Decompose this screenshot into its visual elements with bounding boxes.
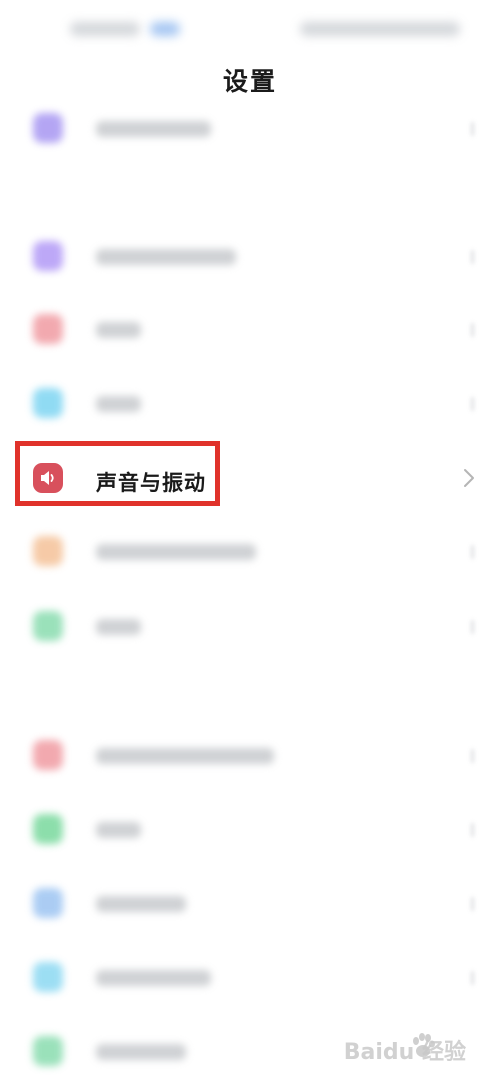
- chevron-right-icon: [471, 397, 474, 411]
- settings-row-label-blur: [96, 322, 141, 338]
- settings-row[interactable]: [0, 792, 500, 866]
- settings-row-label-blur: [96, 822, 141, 838]
- settings-row-label-blur: [96, 896, 186, 912]
- chevron-right-icon: [471, 545, 474, 559]
- settings-row[interactable]: [0, 292, 500, 366]
- chevron-right-icon: [471, 897, 474, 911]
- watermark: Baidu 经验: [343, 1040, 466, 1065]
- settings-row-icon: [33, 536, 63, 566]
- chevron-right-icon: [471, 250, 474, 264]
- settings-row[interactable]: [0, 91, 500, 165]
- chevron-right-icon: [471, 122, 474, 136]
- settings-row[interactable]: [0, 366, 500, 440]
- chevron-right-icon: [471, 971, 474, 985]
- status-indicators-blur: [300, 22, 460, 36]
- settings-row-icon: [33, 611, 63, 641]
- settings-row[interactable]: [0, 940, 500, 1014]
- settings-row-icon: [33, 314, 63, 344]
- settings-row-icon: [33, 740, 63, 770]
- settings-row-label-blur: [96, 396, 141, 412]
- settings-row-label-blur: [96, 121, 211, 137]
- status-bar: [0, 0, 500, 56]
- settings-row-icon: [33, 241, 63, 271]
- settings-row-label-blur: [96, 544, 256, 560]
- settings-row[interactable]: [0, 219, 500, 293]
- settings-row-label-blur: [96, 1044, 186, 1060]
- settings-row-icon: [33, 814, 63, 844]
- settings-row-label-blur: [96, 970, 211, 986]
- chevron-right-icon: [464, 469, 474, 487]
- chevron-right-icon: [471, 620, 474, 634]
- settings-row-icon: [33, 388, 63, 418]
- settings-row-icon: [33, 888, 63, 918]
- settings-row[interactable]: [0, 866, 500, 940]
- status-signal-blur: [150, 22, 180, 36]
- chevron-right-icon: [471, 749, 474, 763]
- chevron-right-icon: [471, 823, 474, 837]
- settings-row[interactable]: [0, 514, 500, 588]
- settings-row[interactable]: [0, 718, 500, 792]
- settings-row-label-blur: [96, 249, 236, 265]
- status-time-blur: [70, 22, 140, 36]
- settings-row-label-blur: [96, 748, 274, 764]
- settings-row[interactable]: [0, 589, 500, 663]
- settings-row-icon: [33, 1036, 63, 1066]
- highlight-box: [15, 441, 220, 506]
- settings-row-icon: [33, 113, 63, 143]
- settings-row-label-blur: [96, 619, 141, 635]
- settings-row-icon: [33, 962, 63, 992]
- chevron-right-icon: [471, 323, 474, 337]
